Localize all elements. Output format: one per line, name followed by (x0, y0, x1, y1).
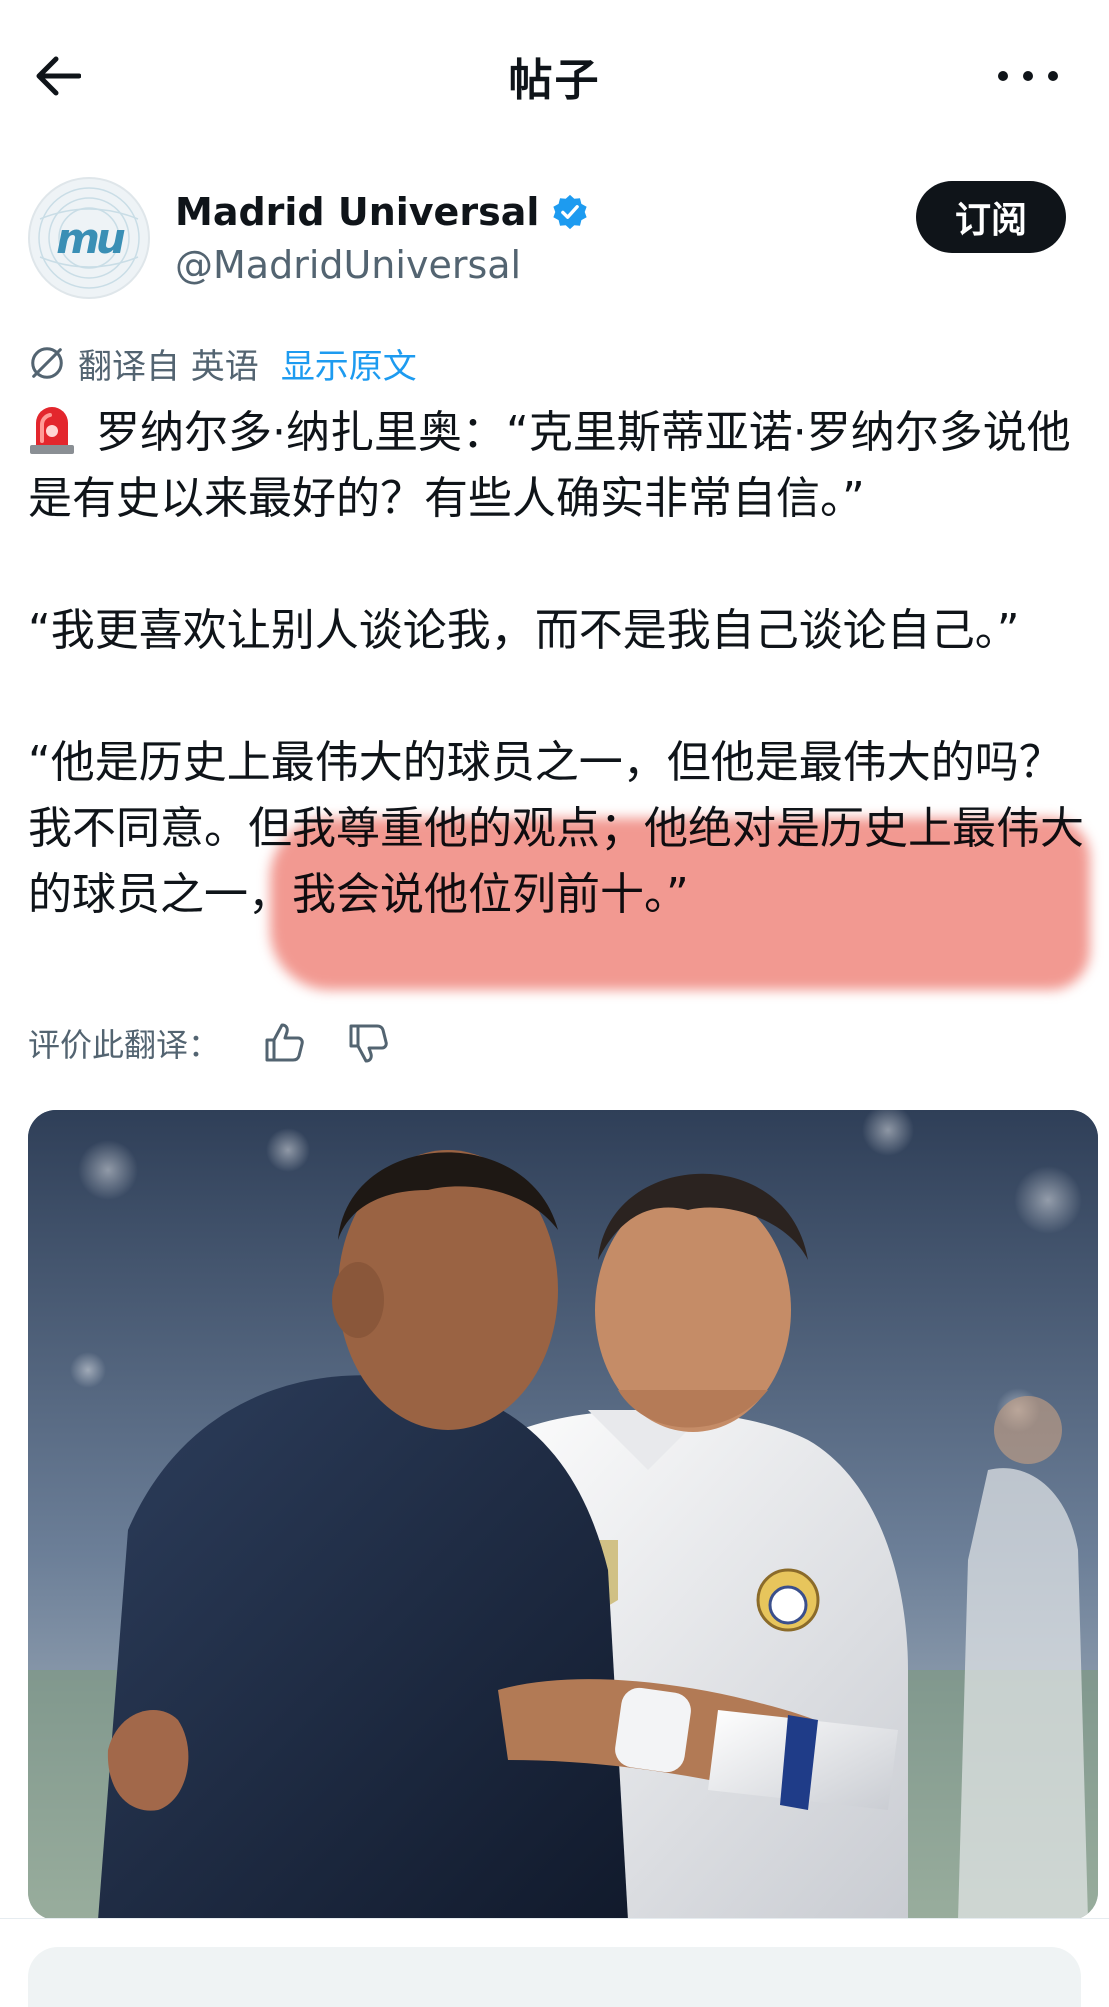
reply-input[interactable] (28, 1947, 1081, 2007)
author-display-name: Madrid Universal (175, 190, 540, 234)
author-name-row[interactable]: Madrid Universal (175, 190, 589, 234)
paragraph-1-text: 罗纳尔多·纳扎里奥：“克里斯蒂亚诺·罗纳尔多说他是有史以来最好的？有些人确实非常… (28, 407, 1071, 524)
post-paragraph: “我更喜欢让别人谈论我，而不是我自己谈论自己。” (28, 605, 1020, 656)
show-original-link[interactable]: 显示原文 (281, 339, 417, 388)
post-paragraph: 罗纳尔多·纳扎里奥：“克里斯蒂亚诺·罗纳尔多说他是有史以来最好的？有些人确实非常… (28, 400, 1088, 532)
page-title: 帖子 (508, 55, 601, 106)
thumbs-down-icon[interactable] (346, 1021, 390, 1065)
more-options-button[interactable] (998, 58, 1058, 94)
rate-translation-label: 评价此翻译： (28, 1026, 221, 1064)
post-paragraph: “他是历史上最伟大的球员之一，但他是最伟大的吗？我不同意。但我尊重他的观点；他绝… (28, 737, 1084, 920)
more-horizontal-icon (998, 71, 1008, 81)
translation-info: 翻译自 英语 显示原文 (28, 339, 417, 388)
avatar[interactable]: mu (28, 177, 150, 299)
post-text: 罗纳尔多·纳扎里奥：“克里斯蒂亚诺·罗纳尔多说他是有史以来最好的？有些人确实非常… (28, 400, 1088, 928)
siren-emoji (30, 407, 74, 454)
translate-icon (31, 347, 63, 379)
post-photo[interactable] (28, 1110, 1098, 1920)
verified-badge-icon (553, 194, 587, 230)
author-handle[interactable]: @MadridUniversal (175, 243, 521, 287)
translated-from-label: 翻译自 英语 (78, 346, 259, 387)
rate-translation-row: 评价此翻译： (28, 1018, 390, 1068)
photo-illustration (28, 1110, 1098, 1920)
thumbs-up-icon[interactable] (262, 1021, 306, 1065)
avatar-logo: mu (56, 213, 126, 263)
subscribe-button[interactable]: 订阅 (916, 181, 1066, 253)
top-bar: 帖子 (0, 0, 1109, 150)
reply-bar (0, 1918, 1109, 2007)
